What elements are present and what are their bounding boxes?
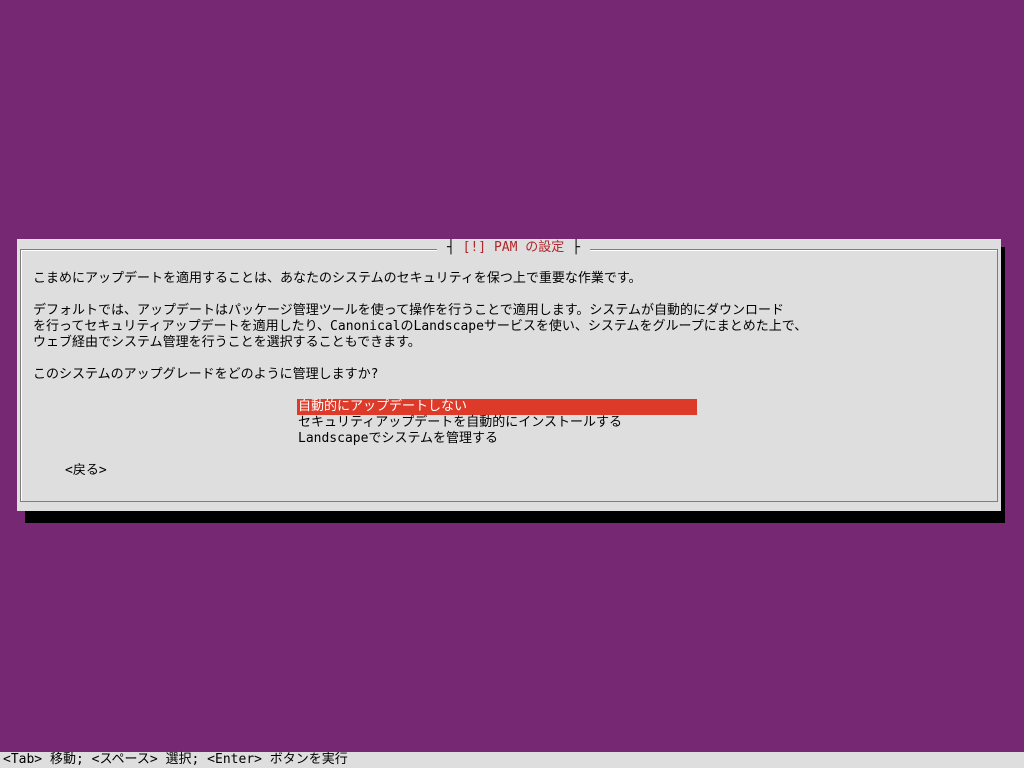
option-install-security-updates[interactable]: セキュリティアップデートを自動的にインストールする: [297, 415, 697, 431]
title-text: PAM の設定: [493, 240, 565, 255]
keyboard-help-bar: <Tab> 移動; <スペース> 選択; <Enter> ボタンを実行: [0, 752, 1024, 768]
back-button[interactable]: <戻る>: [65, 463, 107, 479]
title-right-bracket: ├: [564, 240, 580, 255]
question-text: このシステムのアップグレードをどのように管理しますか?: [33, 367, 379, 382]
intro-paragraph: こまめにアップデートを適用することは、あなたのシステムのセキュリティを保つ上で重…: [33, 271, 642, 286]
option-manage-with-landscape[interactable]: Landscapeでシステムを管理する: [297, 431, 697, 447]
title-left-bracket: ┤: [447, 240, 463, 255]
upgrade-option-list: 自動的にアップデートしない セキュリティアップデートを自動的にインストールする …: [297, 399, 697, 447]
dialog-title: ┤ [!] PAM の設定 ├: [437, 239, 590, 256]
title-warning-marker: [!]: [462, 240, 487, 255]
pam-config-dialog: ┤ [!] PAM の設定 ├ こまめにアップデートを適用することは、あなたのシ…: [17, 239, 1001, 511]
description-line-3: ウェブ経由でシステム管理を行うことを選択することもできます。: [33, 335, 421, 350]
description-line-2: を行ってセキュリティアップデートを適用したり、CanonicalのLandsca…: [33, 319, 808, 334]
description-line-1: デフォルトでは、アップデートはパッケージ管理ツールを使って操作を行うことで適用し…: [33, 303, 785, 318]
option-no-automatic-updates[interactable]: 自動的にアップデートしない: [297, 399, 697, 415]
